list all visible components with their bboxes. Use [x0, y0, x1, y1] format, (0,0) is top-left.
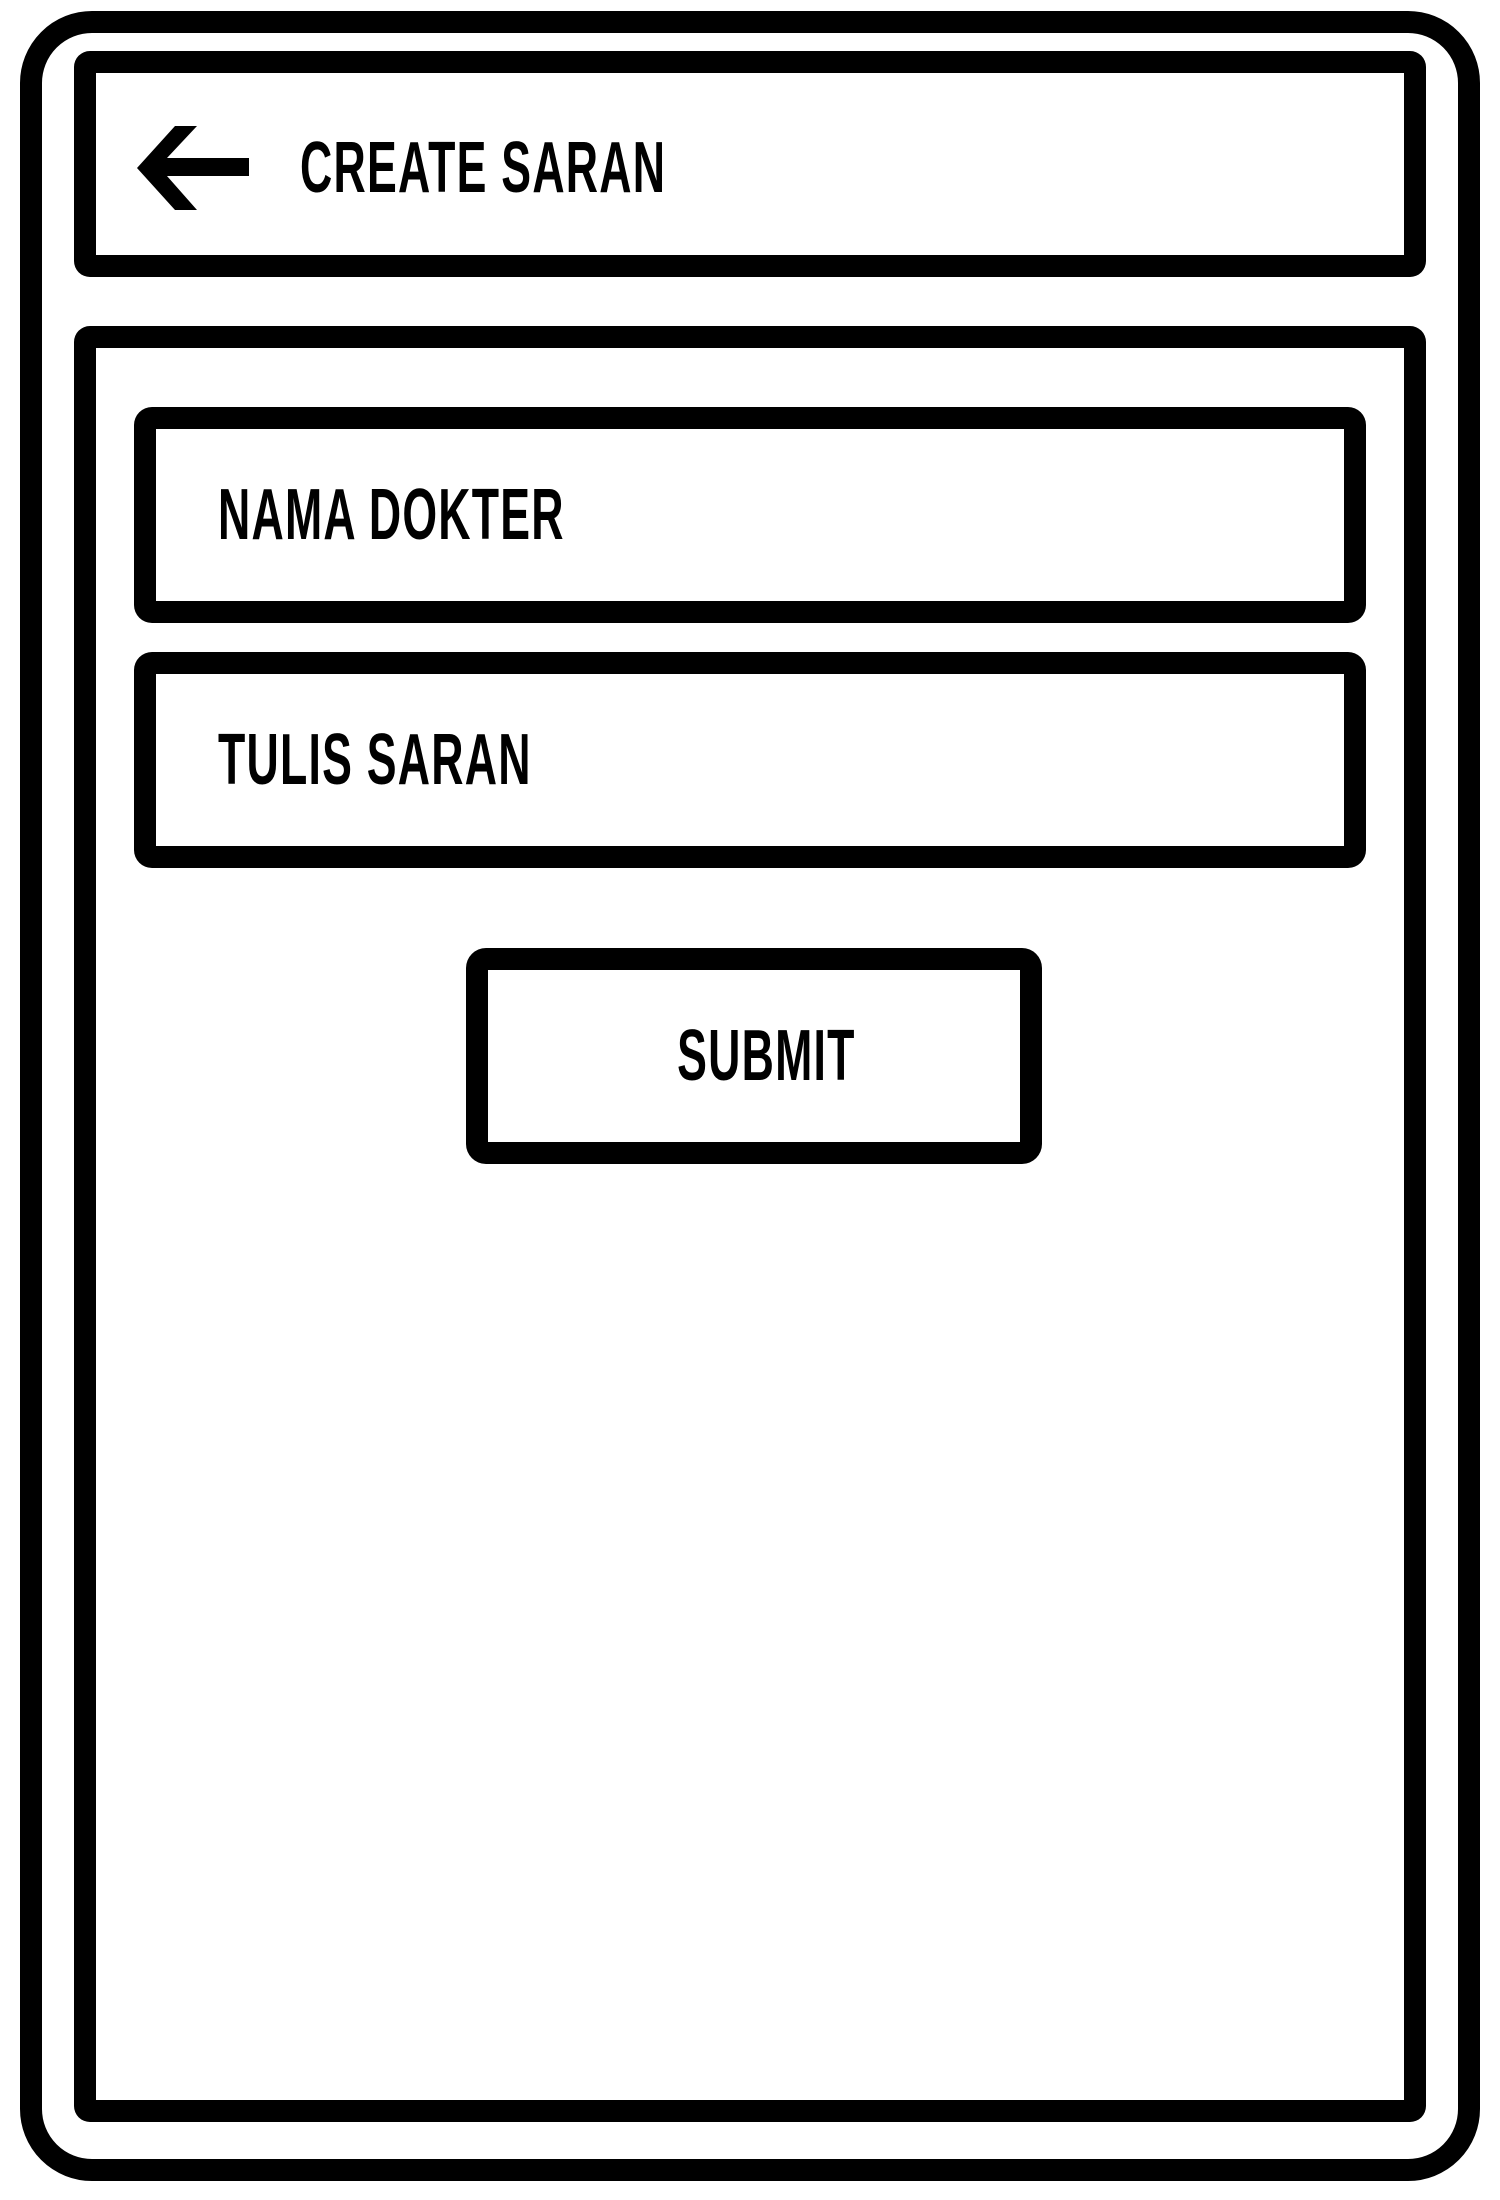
page-title: CREATE SARAN [300, 128, 667, 208]
submit-button[interactable]: SUBMIT [466, 948, 1042, 1164]
submit-label: SUBMIT [677, 1016, 856, 1096]
doctor-name-field[interactable]: NAMA DOKTER [134, 407, 1366, 623]
doctor-name-placeholder: NAMA DOKTER [218, 475, 565, 555]
saran-field[interactable]: TULIS SARAN [134, 652, 1366, 868]
saran-placeholder: TULIS SARAN [218, 720, 532, 800]
arrow-left-icon[interactable] [137, 126, 249, 210]
app-header [74, 51, 1426, 277]
